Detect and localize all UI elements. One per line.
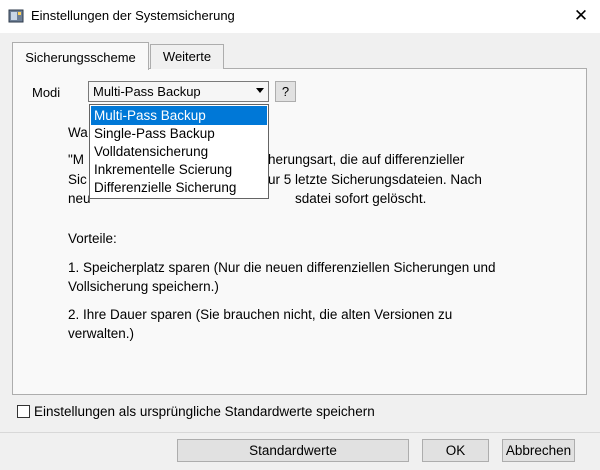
mode-option-inkrementelle[interactable]: Inkrementelle Scierung: [91, 160, 267, 179]
advantage-2-line2: verwalten.): [68, 326, 135, 341]
cancel-button[interactable]: Abbrechen: [502, 439, 575, 462]
help-button[interactable]: ?: [275, 81, 296, 102]
standardwerte-button[interactable]: Standardwerte: [177, 439, 409, 462]
mode-option-single-pass[interactable]: Single-Pass Backup: [91, 124, 267, 143]
mode-label: Modi: [32, 85, 61, 100]
close-icon[interactable]: ✕: [571, 5, 591, 27]
ok-button[interactable]: OK: [422, 439, 489, 462]
description-heading: Wa: [68, 125, 88, 140]
backup-app-icon: [8, 9, 24, 23]
mode-select[interactable]: Multi-Pass Backup: [88, 81, 269, 102]
advantage-1-line2: Vollsicherung speichern.): [68, 279, 219, 294]
description-line3-left: neu: [68, 191, 91, 206]
footer-divider: [0, 432, 600, 433]
description-line1-left: "M: [68, 152, 85, 167]
mode-option-volldatensicherung[interactable]: Volldatensicherung: [91, 142, 267, 161]
save-defaults-label: Einstellungen als ursprüngliche Standard…: [34, 404, 375, 419]
advantages-title: Vorteile:: [68, 231, 117, 246]
window-title: Einstellungen der Systemsicherung: [31, 8, 235, 23]
chevron-down-icon: [256, 88, 264, 93]
mode-dropdown-list: Multi-Pass Backup Single-Pass Backup Vol…: [89, 104, 269, 199]
advantage-1-line1: 1. Speicherplatz sparen (Nur die neuen d…: [68, 260, 496, 275]
mode-select-value: Multi-Pass Backup: [93, 84, 201, 99]
advantage-2-line1: 2. Ihre Dauer sparen (Sie brauchen nicht…: [68, 307, 453, 322]
save-defaults-checkbox[interactable]: [17, 405, 30, 418]
tab-sicherungsscheme[interactable]: Sicherungsscheme: [12, 42, 149, 70]
mode-option-multi-pass[interactable]: Multi-Pass Backup: [91, 106, 267, 125]
description-line3-right: sdatei sofort gelöscht.: [295, 191, 427, 206]
mode-option-differenzielle[interactable]: Differenzielle Sicherung: [91, 178, 267, 197]
tab-weiterte[interactable]: Weiterte: [150, 44, 224, 69]
description-line2-left: Sic: [68, 172, 87, 187]
description-line1-right: herungsart, die auf differenzieller: [268, 152, 465, 167]
description-line2-right: ur 5 letzte Sicherungsdateien. Nach: [268, 172, 482, 187]
